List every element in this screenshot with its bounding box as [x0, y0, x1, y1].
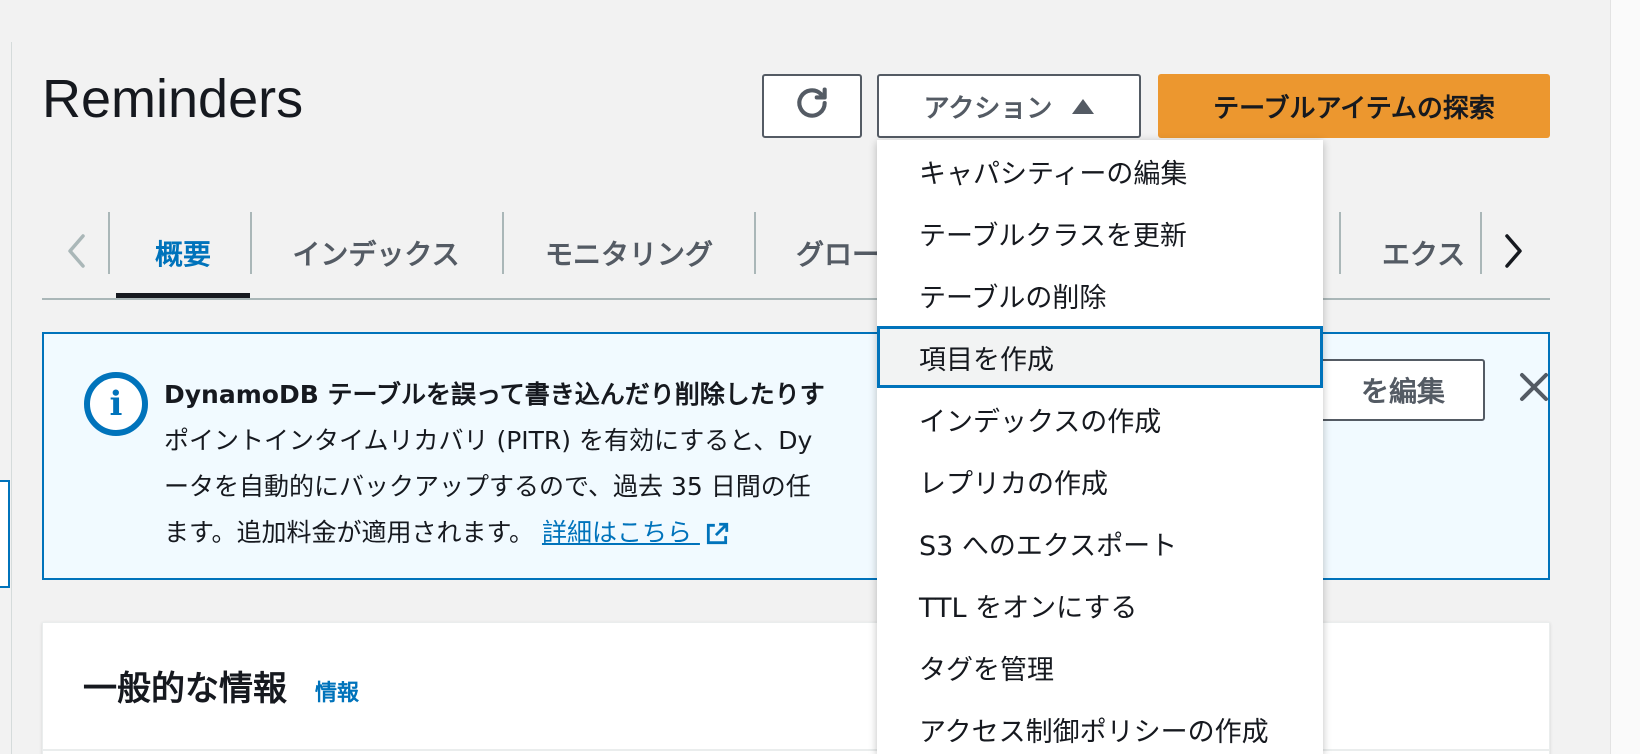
- alert-title: DynamoDB テーブルを誤って書き込んだり削除したりす: [164, 380, 825, 409]
- info-link[interactable]: 情報: [315, 675, 359, 707]
- right-scroll-strip: [1610, 0, 1640, 754]
- alert-content: DynamoDB テーブルを誤って書き込んだり削除したりす ポイントインタイムリ…: [164, 372, 884, 572]
- menu-item-export-to-s3[interactable]: S3 へのエクスポート: [877, 512, 1323, 574]
- tab-bar: 概要 インデックス モニタリング グロー エクス: [42, 208, 1550, 300]
- menu-item-create-index[interactable]: インデックスの作成: [877, 388, 1323, 450]
- tab-separator: [108, 212, 110, 274]
- info-icon: i: [84, 372, 148, 436]
- general-information-panel: 一般的な情報 情報: [42, 622, 1550, 754]
- tab-overview[interactable]: 概要: [116, 208, 250, 298]
- tab-indexes[interactable]: インデックス: [252, 208, 500, 298]
- tab-scroll-left-button[interactable]: [56, 226, 96, 276]
- alert-body-line: ータを自動的にバックアップするので、過去 35 日間の任: [164, 472, 811, 501]
- dismiss-alert-button[interactable]: [1516, 369, 1552, 405]
- active-tab-indicator: [116, 293, 250, 298]
- menu-item-edit-capacity[interactable]: キャパシティーの編集: [877, 140, 1323, 202]
- alert-body-line: ます。追加料金が適用されます。 詳細はこちら: [164, 510, 884, 556]
- tab-separator: [1480, 212, 1482, 274]
- left-panel-edge: [0, 42, 12, 754]
- actions-dropdown-menu: キャパシティーの編集 テーブルクラスを更新 テーブルの削除 項目を作成 インデッ…: [877, 140, 1323, 754]
- learn-more-label: 詳細はこちら: [541, 518, 692, 547]
- alert-body-text: ます。追加料金が適用されます。: [164, 518, 535, 547]
- panel-divider: [43, 749, 1549, 751]
- tab-separator: [754, 212, 756, 274]
- external-link-icon: [706, 522, 729, 545]
- menu-item-delete-table[interactable]: テーブルの削除: [877, 264, 1323, 326]
- actions-dropdown-button[interactable]: アクション: [877, 74, 1141, 138]
- close-icon: [1520, 373, 1548, 401]
- edit-pitr-button[interactable]: を編集: [1299, 359, 1485, 421]
- menu-item-manage-tags[interactable]: タグを管理: [877, 636, 1323, 698]
- menu-item-create-replica[interactable]: レプリカの作成: [877, 450, 1323, 512]
- tab-exports[interactable]: エクス: [1382, 208, 1488, 298]
- caret-up-icon: [1072, 98, 1095, 114]
- refresh-button[interactable]: [762, 74, 862, 138]
- chevron-right-icon: [1505, 234, 1522, 268]
- menu-item-create-item[interactable]: 項目を作成: [877, 326, 1323, 388]
- menu-item-update-table-class[interactable]: テーブルクラスを更新: [877, 202, 1323, 264]
- menu-item-turn-on-ttl[interactable]: TTL をオンにする: [877, 574, 1323, 636]
- panel-title: 一般的な情報: [83, 669, 287, 709]
- left-panel-tab[interactable]: [0, 480, 10, 588]
- explore-table-items-button[interactable]: テーブルアイテムの探索: [1158, 74, 1550, 138]
- alert-body-line: ポイントインタイムリカバリ (PITR) を有効にすると、Dy: [164, 426, 813, 455]
- page-title: Reminders: [42, 69, 304, 129]
- tab-monitoring[interactable]: モニタリング: [504, 208, 754, 298]
- chevron-left-icon: [68, 234, 85, 268]
- learn-more-link[interactable]: 詳細はこちら: [542, 518, 730, 547]
- tab-separator: [1339, 212, 1341, 274]
- refresh-icon: [793, 84, 831, 129]
- menu-item-create-access-policy[interactable]: アクセス制御ポリシーの作成: [877, 698, 1323, 754]
- actions-button-label: アクション: [923, 92, 1053, 123]
- tab-scroll-right-button[interactable]: [1494, 226, 1534, 276]
- pitr-info-alert: i DynamoDB テーブルを誤って書き込んだり削除したりす ポイントインタイ…: [42, 332, 1550, 580]
